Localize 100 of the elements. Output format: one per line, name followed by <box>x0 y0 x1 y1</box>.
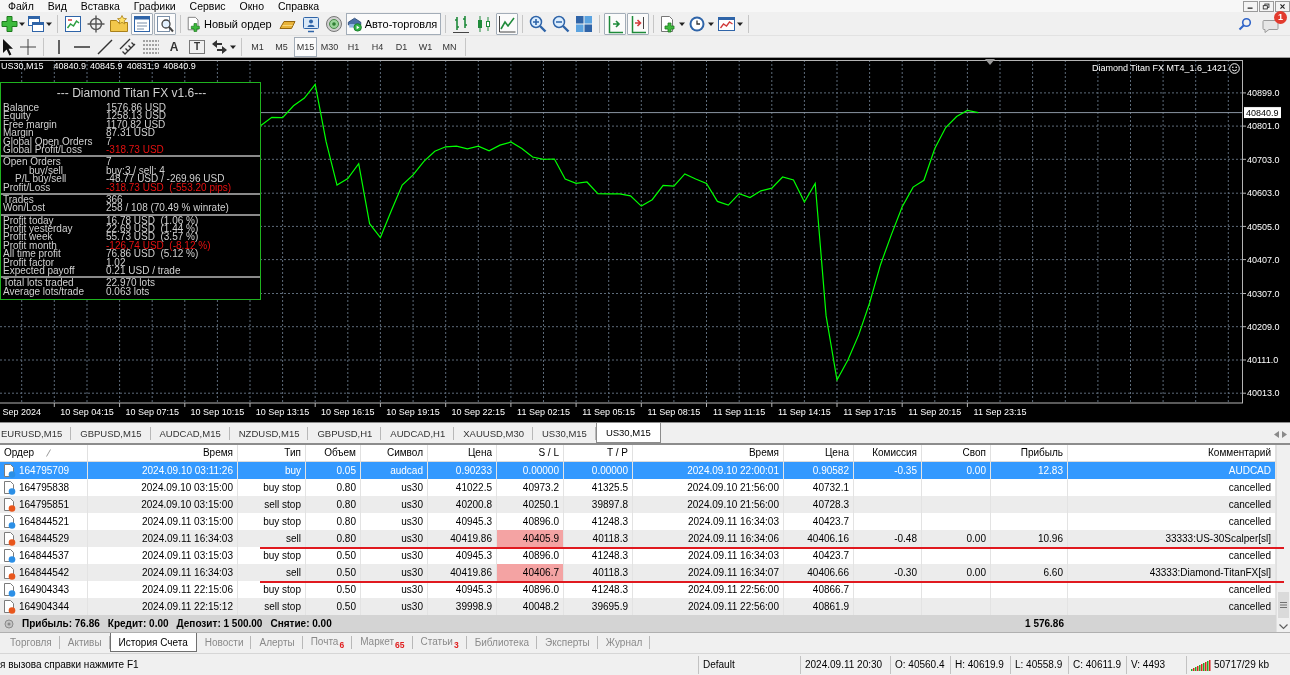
column-header[interactable]: Своп <box>962 447 986 458</box>
menu-item[interactable]: Окно <box>232 0 271 12</box>
timeframe-button[interactable]: H4 <box>366 36 389 57</box>
window-icon[interactable] <box>131 12 153 35</box>
scroll-thumb[interactable] <box>1278 592 1289 618</box>
order-number: 164844537 <box>19 549 70 563</box>
time-label: 11 Sep 02:15 <box>517 407 570 417</box>
timeframe-button[interactable]: M5 <box>270 36 293 57</box>
table-cell: 0.00000 <box>497 462 564 479</box>
search-icon[interactable] <box>1238 16 1252 31</box>
count-label: 65 <box>395 640 405 650</box>
chart-tab[interactable]: XAUUSD,M30 <box>454 424 533 443</box>
star-folder-icon[interactable] <box>108 12 130 35</box>
column-header[interactable]: Цена <box>467 447 492 458</box>
column-header[interactable]: Тип <box>284 447 301 458</box>
triangle-right-icon[interactable] <box>1282 431 1287 438</box>
scrollbar[interactable] <box>1276 445 1290 632</box>
chart-tab[interactable]: AUDCAD,M15 <box>150 424 230 443</box>
price-label: 40603.0 <box>1247 188 1280 199</box>
new-order-button[interactable]: Новый ордер <box>185 12 276 35</box>
column-header[interactable]: Прибыль <box>1020 447 1063 458</box>
column-header[interactable]: Комиссия <box>872 447 917 458</box>
timeframe-button[interactable]: W1 <box>414 36 437 57</box>
line-chart-icon[interactable] <box>496 12 519 35</box>
magnifier-icon[interactable] <box>154 12 176 35</box>
column-header[interactable]: Ордер <box>4 445 35 461</box>
status-field: O: 40560.4 <box>890 655 950 674</box>
chart-tab[interactable]: US30,M15 <box>533 424 596 443</box>
time-label: 11 Sep 23:15 <box>973 407 1027 417</box>
menu-item[interactable]: Графики <box>126 0 183 12</box>
info-label: Balance <box>3 102 40 113</box>
timeframe-button[interactable]: M15 <box>294 36 317 57</box>
minimize-icon[interactable] <box>1243 0 1258 12</box>
close-icon[interactable] <box>1275 0 1290 12</box>
menu-item[interactable]: Сервис <box>182 0 233 12</box>
time-label: 11 Sep 14:15 <box>777 407 831 417</box>
timeframe-button[interactable]: MN <box>438 36 461 57</box>
terminal-tab[interactable]: Почта$_{6}$ <box>302 633 353 651</box>
column-header[interactable]: S / L <box>538 447 559 458</box>
connection-bars-icon <box>1191 658 1211 671</box>
time-label: 10 Sep 16:15 <box>321 407 375 417</box>
column-header[interactable]: Символ <box>386 447 423 458</box>
terminal-tab[interactable]: История Счета <box>109 633 197 652</box>
text-tool-button[interactable]: A <box>163 36 185 57</box>
column-header[interactable]: Время <box>748 447 779 458</box>
triangle-left-icon[interactable] <box>1274 431 1279 438</box>
chart-tab[interactable]: NZDUSD,M15 <box>229 424 309 443</box>
table-cell: 40728.3 <box>784 496 854 513</box>
terminal-tab[interactable]: Маркет$_{65}$ <box>352 633 413 651</box>
autoscroll-icon[interactable] <box>604 12 627 35</box>
table-cell: 2024.09.10 22:00:01 <box>633 462 784 479</box>
chart-tab[interactable]: GBPUSD,H1 <box>308 424 382 443</box>
column-header[interactable]: T / P <box>607 447 628 458</box>
time-label: 11 Sep 11:15 <box>713 407 766 417</box>
status-field: C: 40611.9 <box>1068 655 1126 674</box>
history-row[interactable]: 164904344 2024.09.11 22:15:12 sell stop 0.50 us30 39998.9 40048.2 39695.9 2024.09.11 22:56:00 40861.9 cancelled <box>0 598 1276 615</box>
summary-text: Депозит: 1 500.00 <box>176 617 263 631</box>
ohlc-value: 40840.9 <box>163 61 196 72</box>
history-row[interactable]: 164795851 2024.09.10 03:15:00 sell stop 0.80 us30 40200.8 40250.1 39897.8 2024.09.10 21:56:00 40728.3 cancelled <box>0 496 1276 513</box>
timeframe-button[interactable]: D1 <box>390 36 413 57</box>
text-label-tool-button[interactable]: T <box>186 36 208 57</box>
table-cell: us30 <box>361 496 428 513</box>
ohlc-value: 40831.9 <box>126 61 160 72</box>
price-label: 40111.0 <box>1247 355 1279 366</box>
chart-tab[interactable]: GBPUSD,M15 <box>71 424 151 443</box>
column-header[interactable]: Цена <box>824 447 849 458</box>
restore-icon[interactable] <box>1259 0 1274 12</box>
menu-item[interactable]: Вид <box>40 0 74 12</box>
column-header[interactable]: Объем <box>324 447 356 458</box>
current-price-label: 40840.9 <box>1243 106 1282 120</box>
count-label: 3 <box>453 640 459 650</box>
menu-item[interactable]: Файл <box>0 0 41 12</box>
timeframe-button[interactable]: H1 <box>342 36 365 57</box>
chart-tab[interactable]: AUDCAD,H1 <box>381 424 455 443</box>
table-cell: 39897.8 <box>564 496 633 513</box>
smiley-icon[interactable] <box>1229 63 1240 74</box>
triangle-icon[interactable] <box>985 59 995 66</box>
chart-shift-icon[interactable] <box>627 12 650 35</box>
table-cell: 2024.09.11 16:34:03 <box>88 564 238 581</box>
chart-tab[interactable]: US30,M15 <box>595 423 661 443</box>
circle-icon <box>4 618 14 629</box>
caret-down-icon[interactable] <box>1279 624 1288 630</box>
menu-item[interactable]: Справка <box>271 0 327 12</box>
timeframe-button[interactable]: M1 <box>246 36 269 57</box>
table-cell: sell stop <box>238 496 306 513</box>
traffic-text: 50717/29 kb <box>1214 657 1270 672</box>
info-value: 0.21 USD / trade <box>106 265 181 277</box>
menu-item[interactable]: Вставка <box>73 0 127 12</box>
autotrading-button[interactable]: Авто-торговля <box>345 12 442 35</box>
status-field: H: 40619.9 <box>950 655 1010 674</box>
column-header[interactable]: Время <box>202 447 233 458</box>
price-label: 40307.0 <box>1247 288 1280 299</box>
table-cell: 0.80 <box>306 496 361 513</box>
table-cell: 2024.09.10 03:11:26 <box>88 462 238 479</box>
terminal-tab[interactable]: Статьи$_{3}$ <box>412 633 467 651</box>
price-label: 40703.0 <box>1247 154 1280 165</box>
chat-bubble-icon[interactable] <box>1262 17 1280 34</box>
timeframe-button[interactable]: M30 <box>318 36 341 57</box>
chart-tab[interactable]: EURUSD,M15 <box>0 424 72 443</box>
column-header[interactable]: Комментарий <box>1208 447 1271 458</box>
